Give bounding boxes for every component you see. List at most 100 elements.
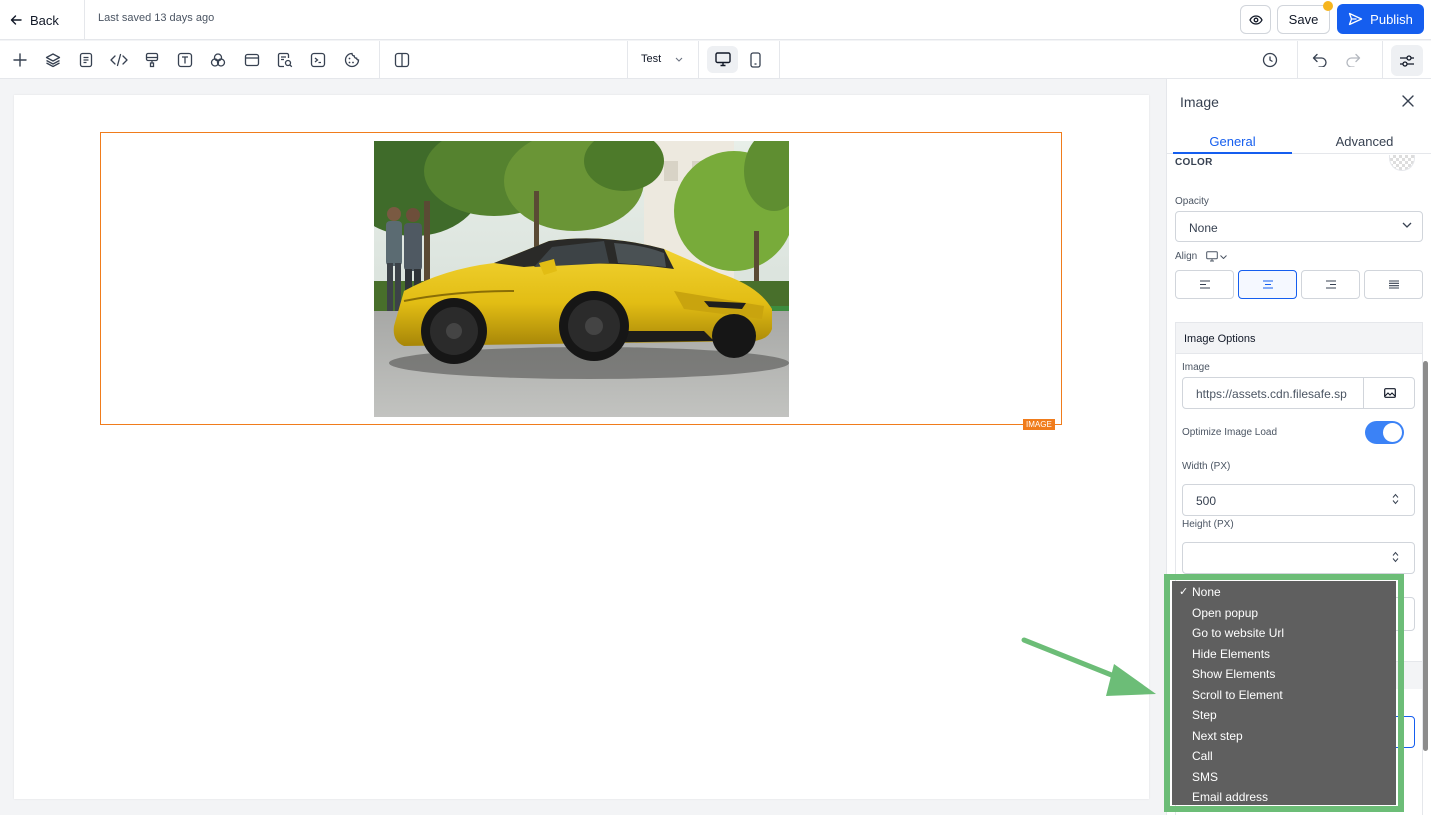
- align-justify-icon: [1388, 280, 1400, 289]
- paint-brush-icon[interactable]: [142, 50, 162, 70]
- divider: [627, 41, 628, 79]
- align-justify-button[interactable]: [1364, 270, 1423, 299]
- send-icon: [1348, 12, 1363, 26]
- dropdown-option-open-popup[interactable]: Open popup: [1172, 603, 1396, 624]
- tab-advanced[interactable]: Advanced: [1305, 134, 1424, 149]
- undo-icon[interactable]: [1310, 50, 1330, 70]
- annotation-arrow: [1020, 634, 1160, 698]
- align-right-button[interactable]: [1301, 270, 1360, 299]
- option-label: None: [1192, 585, 1221, 599]
- split-view-icon[interactable]: [392, 50, 412, 70]
- align-center-button[interactable]: [1238, 270, 1297, 299]
- align-left-button[interactable]: [1175, 270, 1234, 299]
- panel-title: Image: [1180, 94, 1219, 110]
- eye-icon: [1248, 14, 1263, 25]
- preview-button[interactable]: [1240, 5, 1271, 34]
- arrow-left-icon: [10, 14, 22, 26]
- color-swatch[interactable]: [1389, 155, 1415, 171]
- color-label: COLOR: [1175, 157, 1213, 168]
- stepper-icon[interactable]: [1392, 493, 1399, 505]
- chevron-down-icon: [675, 57, 683, 62]
- tab-general[interactable]: General: [1173, 134, 1292, 149]
- toggle-knob: [1383, 423, 1402, 442]
- align-label: Align: [1175, 251, 1198, 262]
- align-center-icon: [1262, 280, 1274, 289]
- page-icon[interactable]: [76, 50, 96, 70]
- optimize-image-toggle[interactable]: [1365, 421, 1404, 444]
- top-bar: Back Last saved 13 days ago Save Publish: [0, 0, 1431, 40]
- search-page-icon[interactable]: [275, 50, 295, 70]
- text-icon[interactable]: [175, 50, 195, 70]
- browser-icon[interactable]: [242, 50, 262, 70]
- image-url-value[interactable]: https://assets.cdn.filesafe.sp: [1196, 387, 1359, 401]
- publish-label: Publish: [1370, 11, 1413, 27]
- chevron-down-icon: [1220, 254, 1227, 259]
- image-picker-button[interactable]: [1363, 378, 1415, 408]
- add-icon[interactable]: [10, 50, 30, 70]
- width-input[interactable]: 500: [1182, 484, 1415, 516]
- divider: [779, 41, 780, 79]
- optimize-label: Optimize Image Load: [1182, 427, 1278, 438]
- opacity-label: Opacity: [1175, 196, 1209, 207]
- car-image[interactable]: [374, 141, 789, 417]
- opacity-select[interactable]: None: [1175, 211, 1423, 242]
- divider: [698, 41, 699, 79]
- image-label: Image: [1182, 362, 1210, 373]
- panel-scrollbar[interactable]: [1423, 361, 1428, 751]
- device-scope-toggle[interactable]: [1206, 251, 1227, 262]
- unsaved-indicator: [1323, 1, 1333, 11]
- dropdown-option-go-to-website-url[interactable]: Go to website Url: [1172, 623, 1396, 644]
- code-icon[interactable]: [109, 50, 129, 70]
- dropdown-option-next-step[interactable]: Next step: [1172, 726, 1396, 747]
- chevron-down-icon: [1402, 222, 1412, 228]
- divider: [84, 0, 85, 40]
- close-icon[interactable]: [1400, 93, 1416, 109]
- dropdown-option-email-address[interactable]: Email address: [1172, 787, 1396, 808]
- active-tab-indicator: [1173, 152, 1292, 154]
- back-button[interactable]: Back: [10, 10, 59, 30]
- terminal-icon[interactable]: [308, 50, 328, 70]
- cookie-icon[interactable]: [342, 50, 362, 70]
- desktop-view-button[interactable]: [707, 46, 738, 73]
- image-options-header[interactable]: Image Options: [1176, 323, 1422, 354]
- publish-button[interactable]: Publish: [1337, 4, 1424, 34]
- desktop-icon: [1206, 251, 1218, 262]
- height-input[interactable]: [1182, 542, 1415, 574]
- align-left-icon: [1199, 280, 1211, 289]
- dropdown-option-scroll-to-element[interactable]: Scroll to Element: [1172, 685, 1396, 706]
- page-selector-label: Test: [641, 53, 662, 65]
- dropdown-option-sms[interactable]: SMS: [1172, 767, 1396, 788]
- action-dropdown-menu: ✓ None Open popup Go to website Url Hide…: [1172, 581, 1396, 805]
- dropdown-option-step[interactable]: Step: [1172, 705, 1396, 726]
- shapes-icon[interactable]: [208, 50, 228, 70]
- height-label: Height (PX): [1182, 519, 1234, 530]
- sliders-icon: [1399, 54, 1415, 68]
- dropdown-option-hide-elements[interactable]: Hide Elements: [1172, 644, 1396, 665]
- desktop-icon: [714, 52, 731, 67]
- page-selector[interactable]: Test: [641, 53, 683, 65]
- mobile-view-button[interactable]: [740, 46, 771, 73]
- width-value: 500: [1196, 494, 1217, 508]
- layers-icon[interactable]: [43, 50, 63, 70]
- dropdown-option-call[interactable]: Call: [1172, 746, 1396, 767]
- dropdown-option-show-elements[interactable]: Show Elements: [1172, 664, 1396, 685]
- image-url-field[interactable]: https://assets.cdn.filesafe.sp: [1182, 377, 1415, 409]
- opacity-value: None: [1189, 221, 1218, 235]
- divider: [379, 41, 380, 79]
- dropdown-option-none[interactable]: ✓ None: [1172, 582, 1396, 603]
- panel-tabs: General Advanced: [1167, 126, 1431, 154]
- back-label: Back: [30, 12, 59, 28]
- mobile-icon: [750, 51, 761, 68]
- divider: [1297, 41, 1298, 79]
- align-right-icon: [1325, 280, 1337, 289]
- redo-icon[interactable]: [1343, 50, 1363, 70]
- settings-toggle-button[interactable]: [1391, 45, 1423, 76]
- last-saved-text: Last saved 13 days ago: [98, 12, 215, 24]
- editor-toolbar: Test: [0, 41, 1431, 79]
- image-icon: [1383, 388, 1396, 398]
- checkmark-icon: ✓: [1179, 586, 1189, 598]
- stepper-icon[interactable]: [1392, 551, 1399, 563]
- save-button[interactable]: Save: [1277, 5, 1330, 34]
- history-icon[interactable]: [1260, 50, 1280, 70]
- width-label: Width (PX): [1182, 461, 1231, 472]
